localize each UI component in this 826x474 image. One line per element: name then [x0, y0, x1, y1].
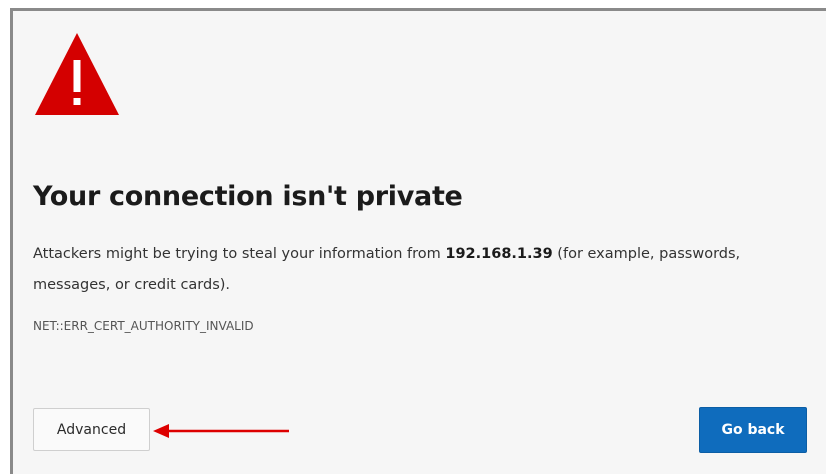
go-back-button[interactable]: Go back [699, 407, 807, 453]
error-description: Attackers might be trying to steal your … [33, 239, 813, 301]
red-arrow-icon [153, 424, 289, 438]
advanced-button[interactable]: Advanced [33, 408, 150, 451]
description-text-before: Attackers might be trying to steal your … [33, 246, 446, 262]
host-address: 192.168.1.39 [445, 246, 553, 262]
error-code: NET::ERR_CERT_AUTHORITY_INVALID [33, 319, 254, 333]
page-title: Your connection isn't private [33, 181, 463, 212]
error-page: Your connection isn't private Attackers … [10, 8, 826, 474]
warning-triangle-icon [35, 33, 119, 115]
